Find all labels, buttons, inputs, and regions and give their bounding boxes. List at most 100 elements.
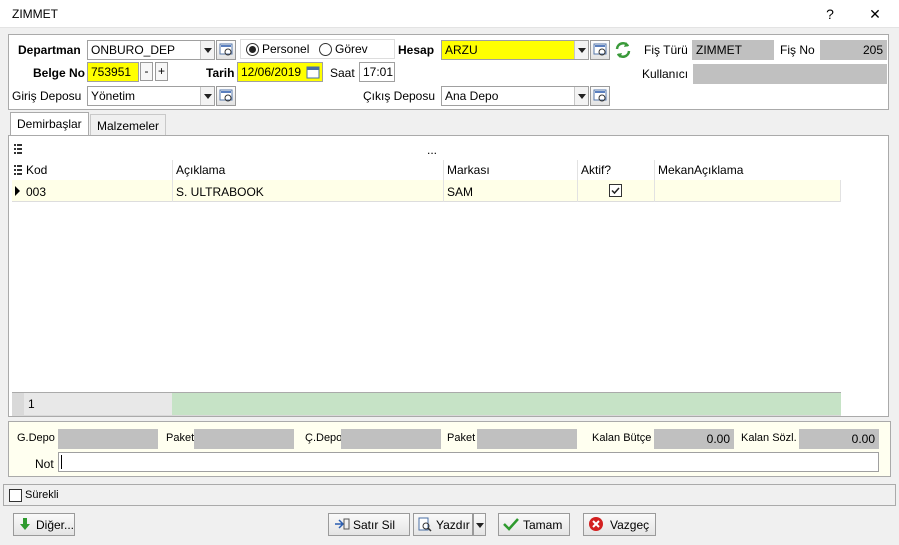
surekli-checkbox[interactable] — [9, 489, 22, 502]
column-divider[interactable] — [577, 160, 578, 180]
row-indicator-icon — [15, 186, 20, 196]
kalan-butce-field: 0.00 — [654, 429, 734, 449]
cdepo-field — [341, 429, 441, 449]
paket2-label: Paket — [447, 432, 476, 444]
cikis-deposu-label: Çıkış Deposu — [363, 89, 436, 103]
hesap-lookup-button[interactable] — [590, 40, 610, 60]
column-header-markasi[interactable]: Markası — [445, 159, 492, 181]
checkmark-icon — [503, 518, 519, 531]
cell-markasi[interactable]: SAM — [445, 181, 475, 203]
row-divider — [172, 180, 173, 202]
giris-deposu-dropdown[interactable]: Yönetim — [87, 86, 215, 106]
surekli-panel — [3, 484, 896, 506]
cell-aktif-checkbox[interactable] — [609, 184, 622, 197]
surekli-label: Sürekli — [25, 489, 59, 501]
not-label: Not — [35, 457, 54, 471]
calendar-icon[interactable] — [305, 64, 321, 80]
gdepo-label: G.Depo — [17, 432, 55, 444]
kalan-butce-label: Kalan Bütçe — [592, 432, 652, 444]
kullanici-field — [693, 64, 887, 84]
arrow-down-icon — [20, 518, 30, 530]
window-title: ZIMMET — [12, 7, 58, 21]
paket1-field — [194, 429, 294, 449]
column-header-aciklama[interactable]: Açıklama — [174, 159, 227, 181]
chevron-down-icon[interactable] — [574, 41, 588, 59]
kalan-sozl-field: 0.00 — [799, 429, 879, 449]
radio-gorev[interactable] — [319, 43, 332, 56]
column-divider[interactable] — [654, 160, 655, 180]
chevron-down-icon — [476, 523, 484, 528]
tamam-button[interactable]: Tamam — [498, 513, 570, 536]
check-icon — [611, 187, 620, 195]
tab-malzemeler[interactable]: Malzemeler — [90, 114, 167, 136]
yazdir-button[interactable]: Yazdır — [413, 513, 473, 536]
column-header-kod[interactable]: Kod — [24, 159, 49, 181]
column-chooser-icon[interactable] — [14, 164, 22, 175]
paket2-field — [477, 429, 577, 449]
saat-label: Saat — [330, 66, 355, 80]
departman-lookup-button[interactable] — [216, 40, 236, 60]
row-divider — [577, 180, 578, 202]
help-button[interactable]: ? — [810, 0, 850, 28]
radio-gorev-label: Görev — [335, 42, 368, 56]
hesap-dropdown[interactable]: ARZU — [441, 40, 589, 60]
row-divider — [443, 180, 444, 202]
yazdir-dropdown-button[interactable] — [473, 513, 486, 536]
satir-sil-button[interactable]: Satır Sil — [328, 513, 410, 536]
vazgec-button[interactable]: Vazgeç — [583, 513, 656, 536]
gdepo-field — [58, 429, 158, 449]
refresh-icon — [615, 42, 631, 58]
column-divider[interactable] — [172, 160, 173, 180]
cell-mekan-aciklama[interactable] — [656, 181, 660, 189]
belge-no-label: Belge No — [33, 66, 86, 80]
departman-value: ONBURO_DEP — [91, 43, 176, 57]
giris-deposu-value: Yönetim — [91, 89, 136, 103]
lookup-icon — [593, 89, 607, 102]
fis-no-field: 205 — [820, 40, 887, 60]
row-divider — [840, 180, 841, 202]
diger-button[interactable]: Diğer... — [13, 513, 75, 536]
lookup-icon — [219, 89, 233, 102]
text-cursor — [61, 455, 62, 469]
cell-kod[interactable]: 003 — [24, 181, 48, 203]
grid-footer-summary — [172, 393, 841, 415]
departman-dropdown[interactable]: ONBURO_DEP — [87, 40, 215, 60]
cikis-deposu-lookup-button[interactable] — [590, 86, 610, 106]
column-header-mekan-aciklama[interactable]: MekanAçıklama — [656, 159, 745, 181]
departman-label: Departman — [18, 43, 81, 57]
cikis-deposu-dropdown[interactable]: Ana Depo — [441, 86, 589, 106]
fis-turu-label: Fiş Türü — [644, 43, 688, 57]
grid-footer-count: 1 — [24, 393, 172, 415]
table-row[interactable] — [12, 180, 841, 202]
saat-input[interactable]: 17:01 — [359, 62, 395, 82]
chevron-down-icon[interactable] — [200, 87, 214, 105]
tab-demirbaslar[interactable]: Demirbaşlar — [10, 112, 89, 136]
paket1-label: Paket — [166, 432, 195, 444]
cell-aciklama[interactable]: S. ULTRABOOK — [174, 181, 266, 203]
cdepo-label: Ç.Depo — [305, 432, 343, 444]
chevron-down-icon[interactable] — [574, 87, 588, 105]
close-button[interactable]: ✕ — [855, 0, 895, 28]
belge-no-decrement-button[interactable]: - — [140, 62, 153, 81]
grid-toolbar-ellipsis[interactable]: ... — [427, 143, 437, 157]
column-divider[interactable] — [443, 160, 444, 180]
chevron-down-icon[interactable] — [200, 41, 214, 59]
giris-deposu-lookup-button[interactable] — [216, 86, 236, 106]
belge-no-input[interactable]: 753951 — [87, 62, 139, 82]
tarih-value: 12/06/2019 — [241, 65, 302, 79]
row-divider — [654, 180, 655, 202]
cancel-icon — [589, 517, 603, 531]
column-header-aktif[interactable]: Aktif? — [579, 159, 613, 181]
print-preview-icon — [418, 517, 432, 532]
tarih-input[interactable]: 12/06/2019 — [237, 62, 323, 82]
title-bar: ZIMMET ? ✕ — [0, 0, 899, 28]
kullanici-label: Kullanıcı — [642, 67, 689, 81]
lookup-icon — [593, 43, 607, 56]
not-input[interactable] — [58, 452, 879, 472]
fis-no-label: Fiş No — [780, 43, 815, 57]
refresh-button[interactable] — [613, 40, 633, 60]
hesap-label: Hesap — [398, 43, 435, 57]
belge-no-increment-button[interactable]: + — [155, 62, 168, 81]
radio-personel[interactable] — [246, 43, 259, 56]
grid-menu-icon[interactable] — [14, 143, 22, 154]
